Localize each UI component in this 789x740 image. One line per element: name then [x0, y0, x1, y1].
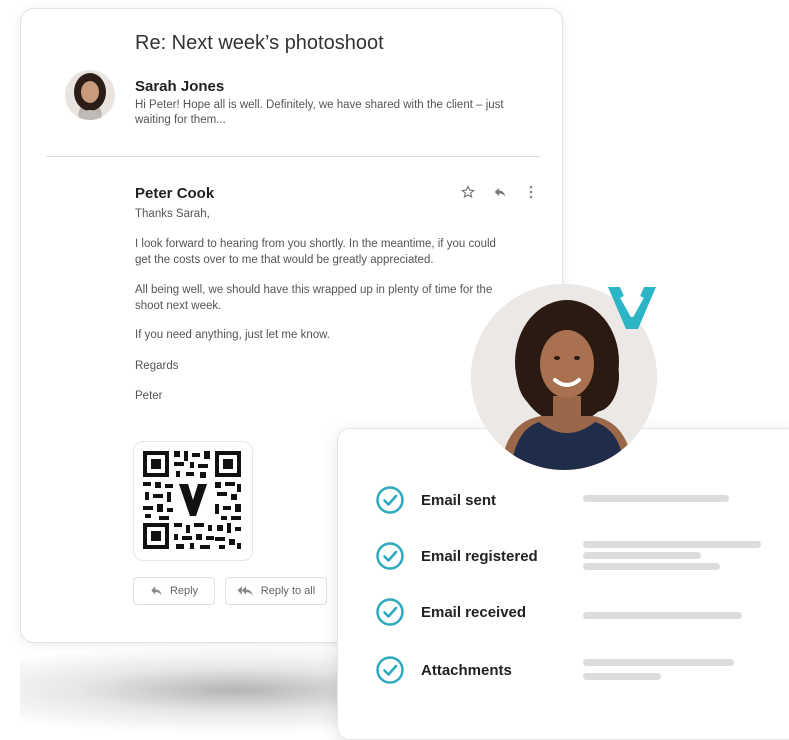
status-label: Attachments [421, 661, 512, 679]
qr-code [133, 441, 253, 561]
status-detail-bar [583, 541, 761, 548]
reply-icon[interactable] [493, 185, 507, 204]
delivery-status-card: Email sent Email registered Email receiv… [337, 428, 789, 740]
status-label: Email registered [421, 547, 538, 565]
qr-code-image [143, 451, 241, 549]
status-detail-bar [583, 612, 742, 619]
status-item-email-sent: Email sent [375, 485, 496, 515]
status-item-email-received: Email received [375, 597, 526, 627]
reply-all-button-label: Reply to all [260, 585, 316, 597]
message-line: I look forward to hearing from you short… [135, 238, 496, 266]
status-detail-bar [583, 552, 701, 559]
star-icon[interactable] [460, 185, 476, 204]
thread-preview-text: Hi Peter! Hope all is well. Definitely, … [135, 99, 504, 126]
reply-button[interactable]: Reply [133, 577, 215, 605]
check-circle-icon [376, 598, 404, 626]
sarah-avatar [65, 70, 115, 120]
reply-all-button-icon [237, 586, 253, 596]
status-detail-bar [583, 673, 661, 680]
reply-button-icon [151, 586, 162, 596]
check-circle-icon [376, 486, 404, 514]
verified-badge-icon [606, 285, 658, 336]
message-sender-name: Peter Cook [135, 185, 215, 202]
message-line: All being well, we should have this wrap… [135, 284, 493, 312]
thread-sender-name: Sarah Jones [135, 78, 225, 95]
message-line: Thanks Sarah, [135, 208, 210, 220]
status-label: Email sent [421, 491, 497, 509]
reply-all-button[interactable]: Reply to all [225, 577, 327, 605]
status-detail-bar [583, 659, 734, 666]
status-item-attachments: Attachments [375, 655, 512, 685]
thread-divider [46, 156, 540, 157]
more-vertical-icon[interactable] [528, 185, 534, 204]
message-line: Regards [135, 360, 179, 372]
reply-button-label: Reply [169, 585, 199, 597]
check-circle-icon [376, 656, 404, 684]
check-circle-icon [376, 542, 404, 570]
status-label: Email received [421, 603, 527, 621]
message-line: If you need anything, just let me know. [135, 329, 330, 341]
status-detail-bar [583, 563, 720, 570]
status-item-email-registered: Email registered [375, 541, 538, 571]
status-detail-bar [583, 495, 729, 502]
email-subject: Re: Next week’s photoshoot [135, 32, 384, 54]
message-line: Peter [135, 390, 163, 402]
